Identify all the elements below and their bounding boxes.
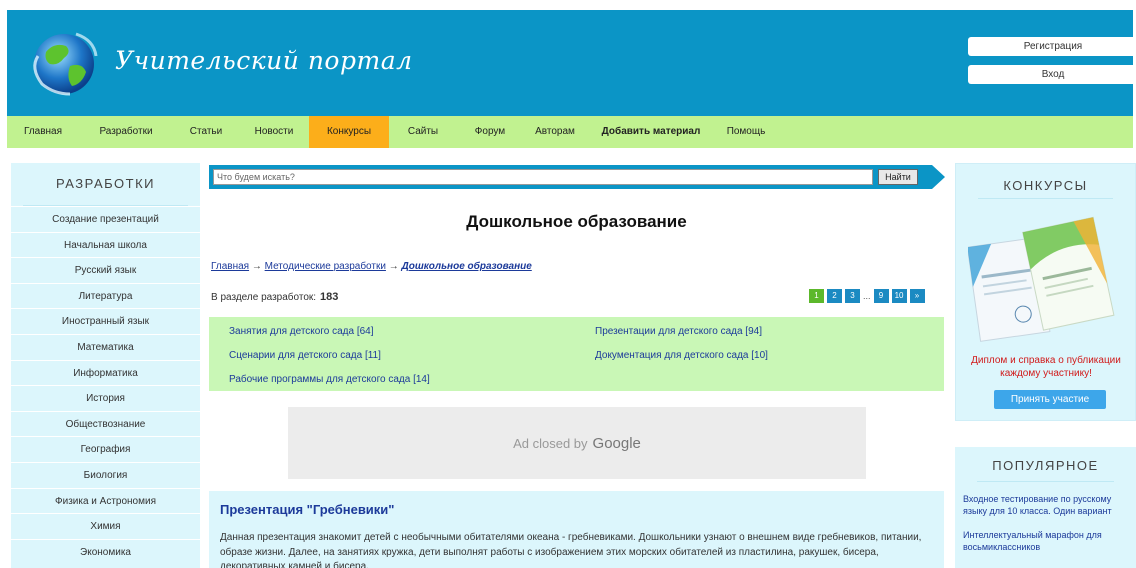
sidebar-list: Создание презентаций Начальная школа Русск…	[11, 206, 200, 564]
count-label: В разделе разработок:	[211, 292, 317, 303]
category-links-box: Занятия для детского сада [64] Презентац…	[209, 317, 944, 391]
category-link[interactable]: Рабочие программы для детского сада [14]	[229, 374, 430, 385]
register-button[interactable]: Регистрация	[968, 37, 1136, 56]
next-page-button[interactable]: »	[909, 289, 925, 303]
popular-item-link[interactable]: Интеллектуальный марафон для восьмикласс…	[963, 529, 1133, 553]
sidebar-item[interactable]: Математика	[11, 333, 200, 360]
nav-item[interactable]: Главная	[7, 116, 79, 148]
popular-title: ПОПУЛЯРНОЕ	[992, 458, 1099, 473]
breadcrumb: Главная → Методические разработки → Дошк…	[211, 261, 532, 272]
search-button[interactable]: Найти	[878, 169, 918, 185]
nav-item[interactable]: Сайты	[389, 116, 457, 148]
article-title-link[interactable]: Презентация "Гребневики"	[220, 502, 394, 517]
category-link[interactable]: Документация для детского сада [10]	[595, 350, 768, 361]
sidebar-item[interactable]: Физика и Астрономия	[11, 487, 200, 514]
page: Учительский портал Регистрация Вход Глав…	[0, 0, 1136, 568]
site-logo-text[interactable]: Учительский портал	[115, 46, 413, 75]
left-sidebar: РАЗРАБОТКИ Создание презентаций Начальная…	[11, 163, 200, 568]
breadcrumb-separator: →	[249, 261, 265, 272]
search-bar: Что будем искать? Найти	[209, 165, 945, 189]
ad-placeholder: Ad closed by Google	[288, 407, 866, 479]
page-link-9[interactable]: 9	[873, 289, 889, 303]
sidebar-item[interactable]: Начальная школа	[11, 231, 200, 258]
count-value: 183	[320, 291, 339, 303]
diploma-image-icon[interactable]	[968, 212, 1118, 342]
category-link[interactable]: Презентации для детского сада [94]	[595, 326, 762, 337]
breadcrumb-home-link[interactable]: Главная	[211, 261, 249, 272]
materials-count: В разделе разработок: 183	[211, 291, 338, 303]
article-preview: Презентация "Гребневики" Данная презента…	[209, 491, 944, 568]
sidebar-item[interactable]: Биология	[11, 461, 200, 488]
nav-item[interactable]: Конкурсы	[309, 116, 389, 148]
ad-text: Ad closed by	[513, 435, 588, 451]
breadcrumb-section-link[interactable]: Методические разработки	[265, 261, 386, 272]
sidebar-item[interactable]: Экономика	[11, 538, 200, 565]
nav-item[interactable]: Статьи	[173, 116, 239, 148]
pagination: 1 2 3 ... 9 10 »	[806, 289, 925, 303]
sidebar-item[interactable]: Информатика	[11, 359, 200, 386]
nav-item[interactable]: Добавить материал	[587, 116, 715, 148]
contests-panel: КОНКУРСЫ Диплом и справка о публикации к…	[955, 163, 1136, 421]
popular-divider	[977, 481, 1114, 482]
article-excerpt: Данная презентация знакомит детей с необ…	[220, 532, 922, 568]
nav-item[interactable]: Форум	[457, 116, 523, 148]
login-button[interactable]: Вход	[968, 65, 1136, 84]
page-title: Дошкольное образование	[466, 212, 687, 231]
contests-divider	[978, 198, 1113, 199]
contests-title: КОНКУРСЫ	[1003, 178, 1088, 193]
main-nav: Главная Разработки Статьи Новости Конкурсы Са…	[7, 116, 1133, 148]
globe-logo-icon[interactable]	[24, 22, 108, 102]
sidebar-item[interactable]: Русский язык	[11, 257, 200, 283]
page-link-10[interactable]: 10	[891, 289, 907, 303]
sidebar-item[interactable]: Создание презентаций	[11, 206, 200, 232]
page-link-2[interactable]: 2	[827, 289, 842, 303]
breadcrumb-separator: →	[385, 261, 402, 272]
nav-item[interactable]: Новости	[239, 116, 309, 148]
sidebar-item[interactable]: Обществознание	[11, 410, 200, 437]
nav-item[interactable]: Авторам	[523, 116, 587, 148]
category-link[interactable]: Сценарии для детского сада [11]	[229, 350, 381, 361]
popular-panel: ПОПУЛЯРНОЕ Входное тестирование по русск…	[955, 447, 1136, 568]
page-link-1[interactable]: 1	[809, 289, 824, 303]
sidebar-item[interactable]: Химия	[11, 513, 200, 539]
pagination-ellipsis: ...	[863, 291, 871, 301]
contests-promo-text: Диплом и справка о публикации каждому уч…	[971, 355, 1121, 379]
sidebar-item[interactable]: История	[11, 385, 200, 411]
nav-item[interactable]: Помощь	[715, 116, 777, 148]
popular-item-link[interactable]: Входное тестирование по русскому языку д…	[963, 493, 1133, 517]
nav-item[interactable]: Разработки	[79, 116, 173, 148]
page-link-3[interactable]: 3	[845, 289, 860, 303]
search-input[interactable]: Что будем искать?	[213, 169, 873, 185]
sidebar-item[interactable]: География	[11, 436, 200, 462]
sidebar-title: РАЗРАБОТКИ	[55, 176, 155, 191]
google-logo-text: Google	[592, 434, 641, 452]
breadcrumb-current-link[interactable]: Дошкольное образование	[402, 261, 532, 272]
sidebar-item[interactable]: Иностранный язык	[11, 308, 200, 334]
search-arrow-decoration	[932, 165, 945, 189]
category-link[interactable]: Занятия для детского сада [64]	[229, 326, 374, 337]
sidebar-item[interactable]: Литература	[11, 282, 200, 309]
participate-button[interactable]: Принять участие	[994, 390, 1106, 409]
site-header: Учительский портал Регистрация Вход	[7, 10, 1136, 116]
